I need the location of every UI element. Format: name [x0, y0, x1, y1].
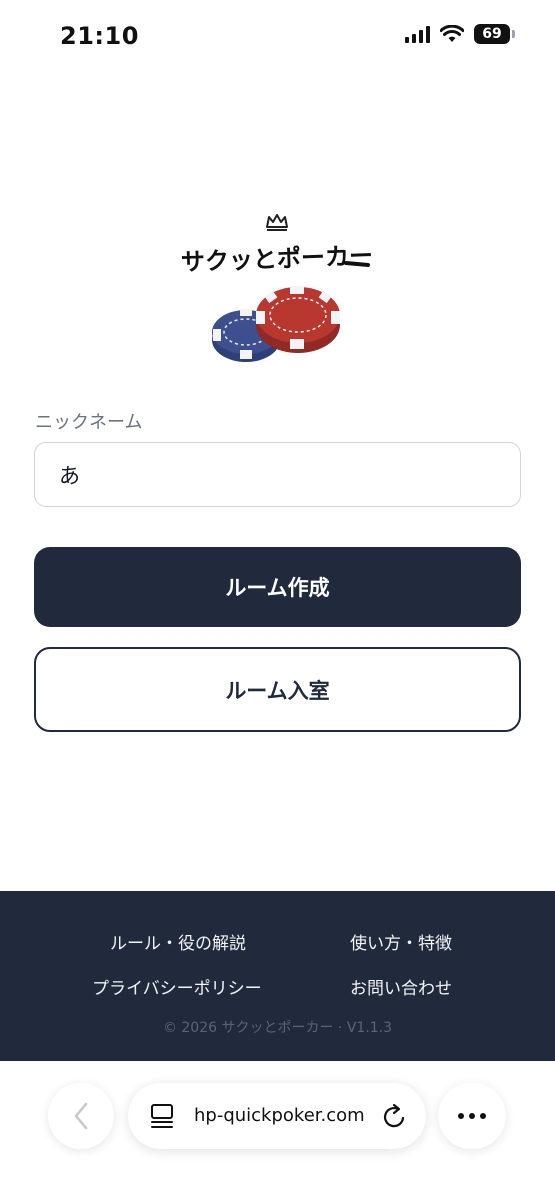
- join-room-button[interactable]: ルーム入室: [34, 647, 521, 732]
- battery-icon: 69: [474, 24, 510, 44]
- crown-icon: [266, 214, 288, 231]
- reload-icon[interactable]: [382, 1102, 408, 1130]
- nickname-input[interactable]: [34, 442, 521, 507]
- more-button[interactable]: [438, 1083, 506, 1149]
- footer-link-how-to[interactable]: 使い方・特徴: [350, 929, 452, 954]
- more-icon: [458, 1113, 464, 1119]
- footer-link-contact[interactable]: お問い合わせ: [350, 974, 452, 999]
- logo-text: サクッとポーカー: [181, 242, 374, 277]
- app-logo: サクッとポーカー: [181, 214, 374, 362]
- battery-level: 69: [482, 26, 502, 42]
- status-time: 21:10: [60, 22, 139, 50]
- back-button[interactable]: [48, 1083, 114, 1149]
- poker-chips-icon: [212, 286, 340, 362]
- browser-toolbar: hp-quickpoker.com: [0, 1061, 555, 1200]
- footer-link-rules[interactable]: ルール・役の解説: [110, 929, 246, 954]
- cellular-signal-icon: [405, 25, 430, 43]
- create-room-button[interactable]: ルーム作成: [34, 547, 521, 627]
- footer-copyright: © 2026 サクッとポーカー · V1.1.3: [162, 1020, 393, 1036]
- footer: ルール・役の解説 使い方・特徴 プライバシーポリシー お問い合わせ © 2026…: [0, 891, 555, 1061]
- wifi-icon: [440, 25, 464, 42]
- status-bar: 21:10 69: [0, 0, 555, 72]
- back-arrow-icon: [74, 1102, 88, 1130]
- address-bar[interactable]: hp-quickpoker.com: [128, 1083, 426, 1149]
- url-text: hp-quickpoker.com: [194, 1105, 365, 1126]
- footer-link-privacy[interactable]: プライバシーポリシー: [92, 974, 262, 999]
- nickname-label: ニックネーム: [35, 412, 143, 433]
- tabs-icon[interactable]: [150, 1103, 174, 1129]
- status-icons: 69: [405, 24, 515, 44]
